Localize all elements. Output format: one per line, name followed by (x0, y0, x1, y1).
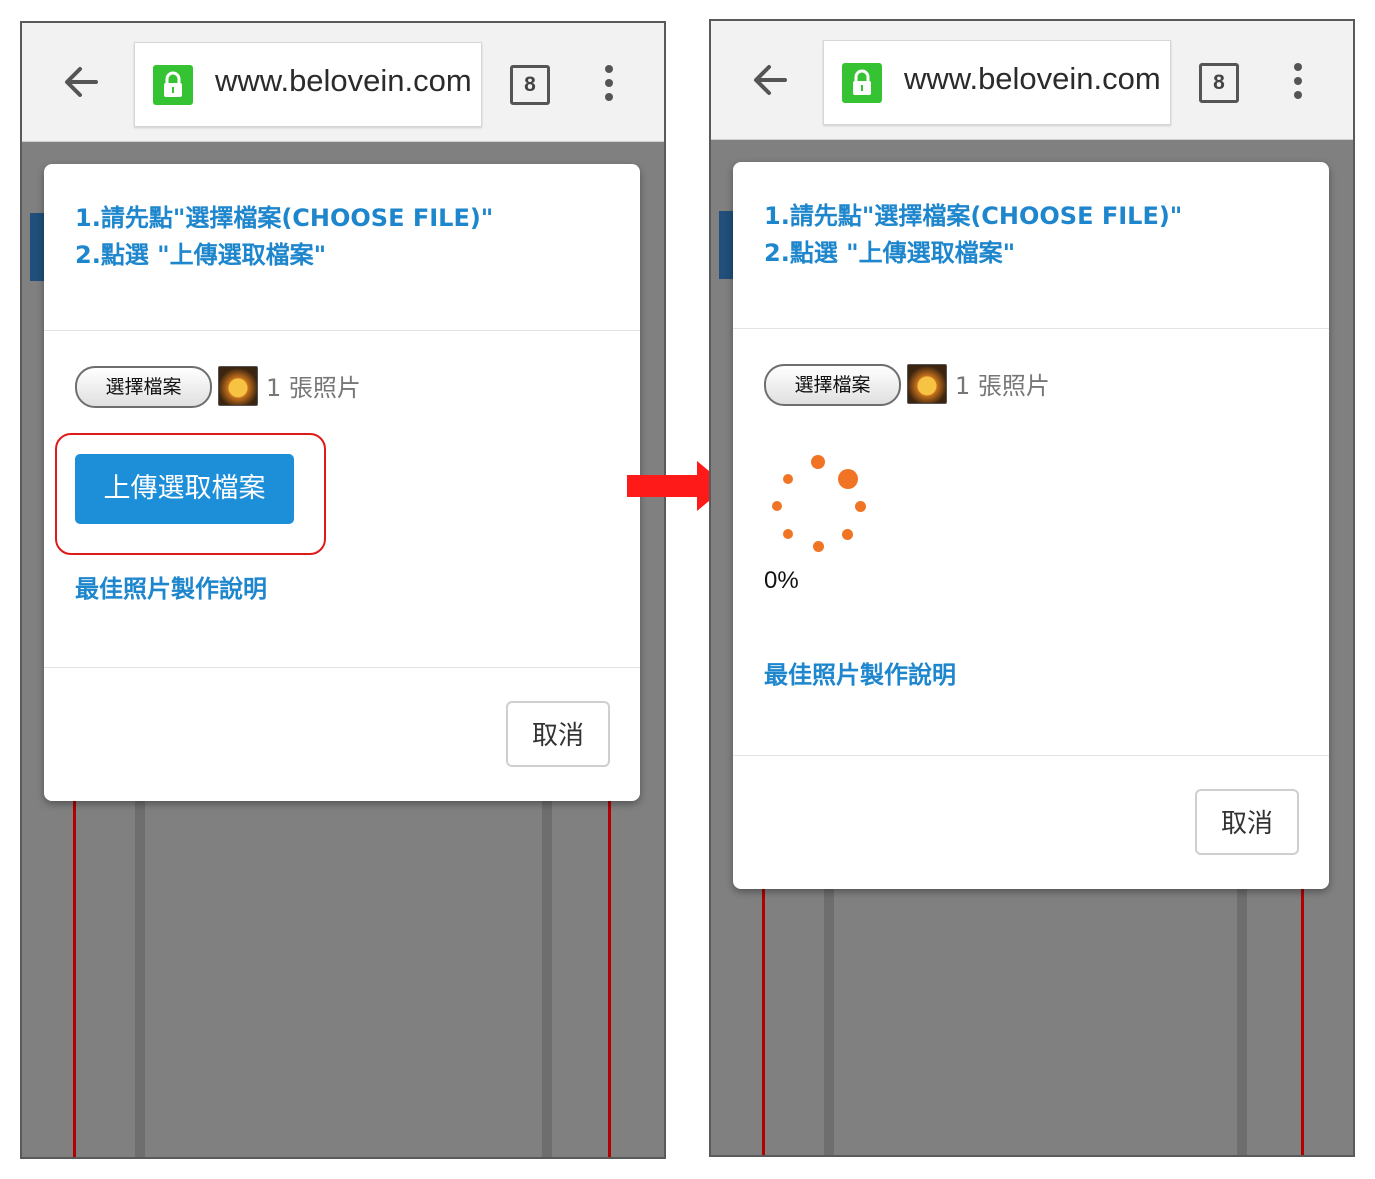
help-link[interactable]: 最佳照片製作說明 (764, 655, 956, 690)
dialog-body: 選擇檔案 1 張照片 上傳選取檔案 最佳照片製作說明 (44, 331, 640, 668)
dialog-body: 選擇檔案 1 張照片 0% 最佳照片製作說明 (733, 329, 1329, 756)
page-background-column (824, 887, 834, 1155)
browser-toolbar: www.belovein.com 8 (22, 23, 664, 142)
dialog-header: 1.請先點"選擇檔案(CHOOSE FILE)" 2.點選 "上傳選取檔案" (733, 162, 1329, 329)
tab-switcher-button[interactable]: 8 (1199, 63, 1239, 103)
address-bar[interactable]: www.belovein.com (134, 42, 482, 127)
page-background-column (1237, 887, 1247, 1155)
back-arrow-icon[interactable] (749, 59, 791, 101)
more-vertical-icon[interactable] (1293, 63, 1303, 103)
lock-icon (153, 65, 193, 105)
photo-count-label: 1 張照片 (955, 372, 1050, 400)
page-red-line (1301, 887, 1304, 1155)
cancel-button[interactable]: 取消 (506, 701, 610, 767)
photo-thumbnail (218, 366, 258, 406)
page-background-column (542, 783, 552, 1157)
more-vertical-icon[interactable] (604, 65, 614, 105)
address-bar[interactable]: www.belovein.com (823, 40, 1171, 125)
instruction-line-1: 1.請先點"選擇檔案(CHOOSE FILE)" (764, 202, 1183, 230)
phone-screen-before-upload: www.belovein.com 8 1.請先點"選擇檔案(CHOOSE FIL… (20, 21, 666, 1159)
instruction-line-2: 2.點選 "上傳選取檔案" (764, 239, 1016, 267)
page-red-line (608, 783, 611, 1157)
instruction-line-1: 1.請先點"選擇檔案(CHOOSE FILE)" (75, 204, 494, 232)
page-background-column (135, 783, 145, 1157)
choose-file-button[interactable]: 選擇檔案 (75, 366, 212, 408)
back-arrow-icon[interactable] (60, 61, 102, 103)
url-text: www.belovein.com (904, 61, 1161, 96)
upload-dialog: 1.請先點"選擇檔案(CHOOSE FILE)" 2.點選 "上傳選取檔案" 選… (44, 164, 640, 801)
tab-switcher-button[interactable]: 8 (510, 65, 550, 105)
help-link[interactable]: 最佳照片製作說明 (75, 569, 267, 604)
phone-screen-uploading: www.belovein.com 8 1.請先點"選擇檔案(CHOOSE FIL… (709, 19, 1355, 1157)
photo-thumbnail (907, 364, 947, 404)
loading-spinner-icon (769, 455, 869, 555)
choose-file-button[interactable]: 選擇檔案 (764, 364, 901, 406)
cancel-button[interactable]: 取消 (1195, 789, 1299, 855)
page-red-line (73, 783, 76, 1157)
instruction-line-2: 2.點選 "上傳選取檔案" (75, 241, 327, 269)
lock-icon (842, 63, 882, 103)
page-red-line (762, 887, 765, 1155)
upload-selected-files-button[interactable]: 上傳選取檔案 (75, 454, 294, 524)
url-text: www.belovein.com (215, 63, 472, 98)
dialog-header: 1.請先點"選擇檔案(CHOOSE FILE)" 2.點選 "上傳選取檔案" (44, 164, 640, 331)
upload-percent: 0% (764, 567, 799, 594)
upload-dialog: 1.請先點"選擇檔案(CHOOSE FILE)" 2.點選 "上傳選取檔案" 選… (733, 162, 1329, 889)
dialog-footer: 取消 (733, 756, 1329, 889)
dialog-footer: 取消 (44, 668, 640, 801)
photo-count-label: 1 張照片 (266, 374, 361, 402)
browser-toolbar: www.belovein.com 8 (711, 21, 1353, 140)
